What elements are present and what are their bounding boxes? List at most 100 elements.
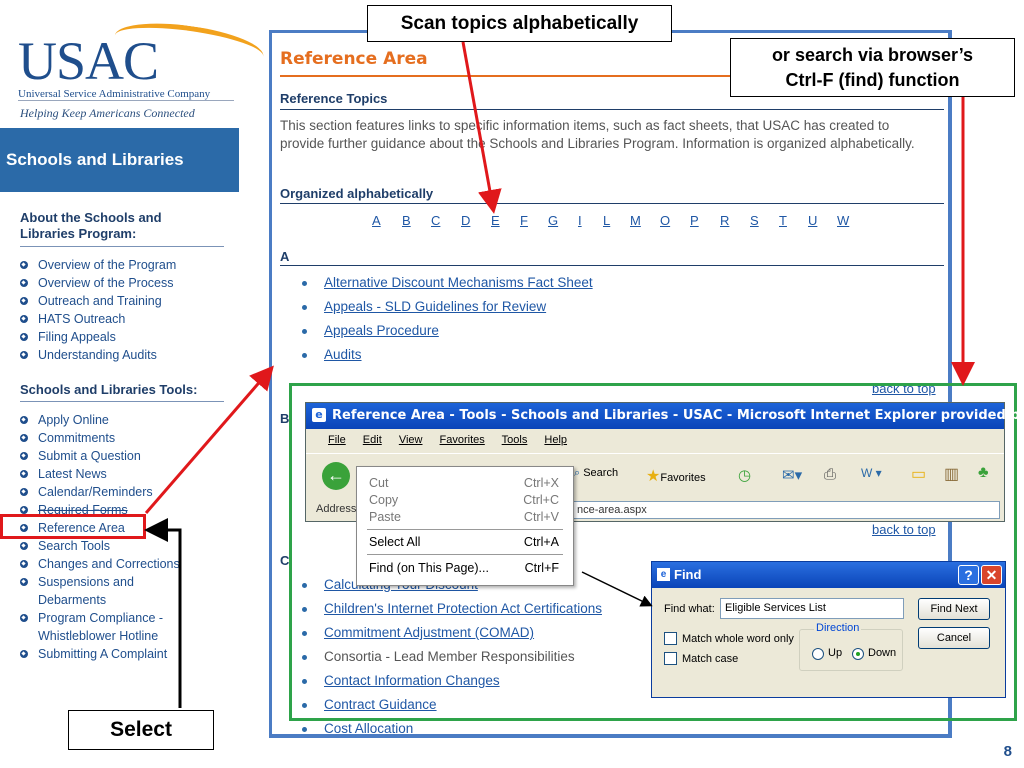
menu-item-paste[interactable]: Paste Ctrl+V — [369, 510, 559, 526]
search-callout: or search via browser’s Ctrl-F (find) fu… — [730, 38, 1015, 97]
link-alternative-discount[interactable]: Alternative Discount Mechanisms Fact She… — [302, 271, 593, 295]
sidebar-banner[interactable]: Schools and Libraries — [0, 128, 239, 192]
scan-callout: Scan topics alphabetically — [367, 5, 672, 42]
bullet-icon — [20, 452, 28, 460]
menu-item-select-all[interactable]: Select All Ctrl+A — [369, 535, 559, 551]
bullet-icon — [20, 470, 28, 478]
sidebar-item-program-compliance[interactable]: Program Compliance - — [20, 609, 180, 627]
section-a-heading: A — [280, 249, 290, 264]
bullet-icon — [20, 333, 28, 341]
letter-link-c[interactable]: C — [431, 213, 440, 228]
bullet-icon — [20, 416, 28, 424]
reference-area-highlight — [0, 514, 146, 539]
bullet-icon — [20, 351, 28, 359]
letter-link-g[interactable]: G — [548, 213, 558, 228]
menu-item-find[interactable]: Find (on This Page)... Ctrl+F — [369, 561, 559, 577]
mail-icon[interactable]: ✉▾ — [782, 466, 802, 484]
word-icon[interactable]: W ▾ — [861, 466, 882, 480]
edit-context-menu: Cut Ctrl+X Copy Ctrl+C Paste Ctrl+V Select … — [356, 466, 574, 586]
history-icon[interactable]: ◷ — [738, 466, 751, 484]
letter-link-w[interactable]: W — [837, 213, 849, 228]
letter-link-b[interactable]: B — [402, 213, 411, 228]
down-radio[interactable] — [852, 648, 864, 660]
bullet-icon — [20, 542, 28, 550]
close-icon[interactable]: ✕ — [981, 565, 1002, 585]
cancel-button[interactable]: Cancel — [918, 627, 990, 649]
link-audits[interactable]: Audits — [302, 343, 593, 367]
about-divider — [20, 246, 224, 247]
letter-link-s[interactable]: S — [750, 213, 759, 228]
ie-title-bar: e Reference Area - Tools - Schools and L… — [306, 403, 1024, 429]
search-callout-line2: Ctrl-F (find) function — [785, 70, 960, 90]
letter-link-e[interactable]: E — [491, 213, 500, 228]
research-icon[interactable]: ▥ — [944, 464, 959, 484]
messenger-icon[interactable]: ♣ — [978, 464, 989, 482]
find-next-button[interactable]: Find Next — [918, 598, 990, 620]
sidebar-item-outreach[interactable]: Outreach and Training — [20, 292, 176, 310]
about-list: Overview of the Program Overview of the … — [20, 256, 176, 364]
sidebar-item-latest-news[interactable]: Latest News — [20, 465, 180, 483]
sidebar-item-overview-program[interactable]: Overview of the Program — [20, 256, 176, 274]
bullet-icon — [20, 315, 28, 323]
section-b-heading: B — [280, 411, 290, 426]
sidebar-item-appeals[interactable]: Filing Appeals — [20, 328, 176, 346]
sidebar-item-changes[interactable]: Changes and Corrections — [20, 555, 180, 573]
help-icon[interactable]: ? — [958, 565, 979, 585]
menu-help[interactable]: Help — [544, 434, 567, 446]
sidebar-item-program-compliance-cont[interactable]: Whistleblower Hotline — [20, 627, 180, 645]
sidebar-item-overview-process[interactable]: Overview of the Process — [20, 274, 176, 292]
bullet-icon — [20, 614, 28, 622]
search-button[interactable]: ⌕ Search — [574, 467, 618, 480]
back-arrow-icon[interactable]: ← — [322, 462, 350, 490]
ie-logo-icon: e — [312, 408, 326, 422]
sidebar-item-apply-online[interactable]: Apply Online — [20, 411, 180, 429]
down-label: Down — [868, 647, 897, 659]
letter-link-i[interactable]: I — [578, 213, 582, 228]
bullet-icon — [20, 261, 28, 269]
menu-item-copy[interactable]: Copy Ctrl+C — [369, 493, 559, 509]
sidebar-item-calendar[interactable]: Calendar/Reminders — [20, 483, 180, 501]
sidebar-item-audits[interactable]: Understanding Audits — [20, 346, 176, 364]
letter-link-p[interactable]: P — [690, 213, 699, 228]
menu-file[interactable]: File — [328, 434, 346, 446]
letter-link-f[interactable]: F — [520, 213, 528, 228]
letter-link-t[interactable]: T — [779, 213, 787, 228]
match-case-checkbox[interactable] — [664, 652, 677, 665]
link-appeals-guidelines[interactable]: Appeals - SLD Guidelines for Review — [302, 295, 593, 319]
menu-favorites[interactable]: Favorites — [440, 434, 485, 446]
letter-link-r[interactable]: R — [720, 213, 729, 228]
sidebar-item-suspensions[interactable]: Suspensions and — [20, 573, 180, 591]
sidebar-item-submit-question[interactable]: Submit a Question — [20, 447, 180, 465]
select-callout: Select — [68, 710, 214, 750]
sidebar-item-suspensions-cont[interactable]: Debarments — [20, 591, 180, 609]
find-window-icon: e — [657, 568, 670, 581]
bullet-icon — [20, 650, 28, 658]
sidebar-item-hats[interactable]: HATS Outreach — [20, 310, 176, 328]
link-appeals-procedure[interactable]: Appeals Procedure — [302, 319, 593, 343]
folder-icon[interactable]: ▭ — [911, 464, 926, 484]
letter-link-u[interactable]: U — [808, 213, 817, 228]
sidebar-item-complaint[interactable]: Submitting A Complaint — [20, 645, 180, 663]
letter-link-o[interactable]: O — [660, 213, 670, 228]
menu-view[interactable]: View — [399, 434, 423, 446]
bullet-icon — [20, 279, 28, 287]
sidebar-item-commitments[interactable]: Commitments — [20, 429, 180, 447]
usac-logo[interactable]: USAC Universal Service Administrative Co… — [18, 15, 267, 100]
favorites-button[interactable]: ★Favorites — [646, 466, 706, 486]
letter-link-a[interactable]: A — [372, 213, 381, 228]
menu-tools[interactable]: Tools — [502, 434, 528, 446]
letter-link-d[interactable]: D — [461, 213, 470, 228]
menu-item-cut[interactable]: Cut Ctrl+X — [369, 476, 559, 492]
direction-label: Direction — [814, 622, 862, 634]
letter-link-m[interactable]: M — [630, 213, 641, 228]
match-whole-checkbox[interactable] — [664, 632, 677, 645]
up-radio[interactable] — [812, 648, 824, 660]
sidebar-item-search-tools[interactable]: Search Tools — [20, 537, 180, 555]
tagline: Helping Keep Americans Connected — [20, 106, 195, 120]
print-icon[interactable]: ⎙ — [824, 466, 836, 483]
section-a-list: Alternative Discount Mechanisms Fact She… — [302, 271, 593, 367]
letter-link-l[interactable]: L — [603, 213, 610, 228]
menu-edit[interactable]: Edit — [363, 434, 382, 446]
find-input[interactable]: Eligible Services List — [720, 598, 904, 619]
intro-text: This section features links to specific … — [280, 118, 915, 151]
